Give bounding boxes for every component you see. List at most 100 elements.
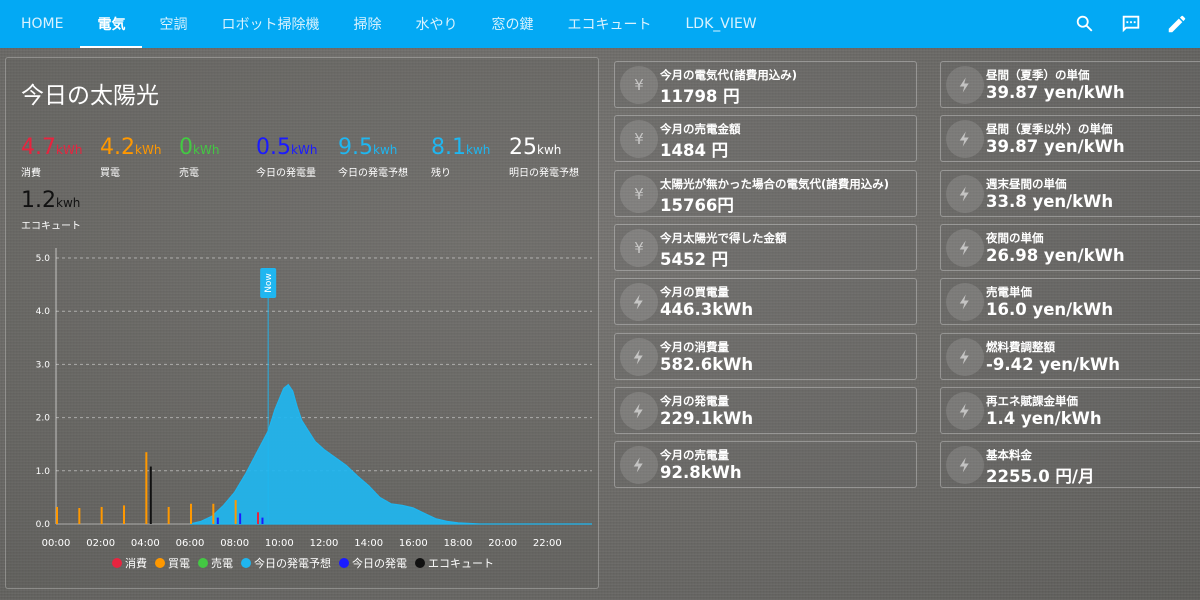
bar-エコキュート	[149, 466, 152, 524]
stat-label: 消費	[21, 168, 41, 179]
legend-dot	[155, 558, 165, 568]
info-card[interactable]: ¥ 今月太陽光で得した金額 5452 円	[614, 223, 917, 271]
search-icon	[1076, 15, 1093, 32]
yen-icon: ¥	[634, 184, 644, 203]
x-tick-label: 18:00	[444, 538, 473, 549]
x-tick-label: 08:00	[220, 538, 249, 549]
top-actions	[1062, 0, 1200, 48]
card-value: 39.87 yen/kWh	[986, 137, 1125, 157]
stat-value: 0	[179, 135, 193, 160]
stat-label: 残り	[431, 168, 451, 179]
info-card[interactable]: 昼間（夏季以外）の単価 39.87 yen/kWh	[940, 115, 1200, 163]
flash-icon	[633, 294, 643, 310]
edit-button[interactable]	[1154, 0, 1200, 48]
legend-item[interactable]: 売電	[198, 555, 233, 571]
legend-label: エコキュート	[428, 557, 494, 570]
info-card[interactable]: 今月の発電量 229.1kWh	[614, 386, 917, 434]
info-card[interactable]: 今月の消費量 582.6kWh	[614, 332, 917, 380]
card-icon-circle	[946, 66, 984, 104]
x-tick-label: 04:00	[131, 538, 160, 549]
legend-item[interactable]: エコキュート	[415, 555, 494, 571]
legend-item[interactable]: 今日の発電	[339, 555, 407, 571]
assist-button[interactable]	[1108, 0, 1154, 48]
card-value: 229.1kWh	[660, 408, 754, 428]
tab-air-conditioning[interactable]: 空調	[142, 0, 204, 48]
info-card[interactable]: ¥ 今月の電気代(諸費用込み) 11798 円	[614, 61, 917, 108]
card-icon-circle: ¥	[620, 228, 658, 267]
stat-remaining: 8.1kwh 残り	[431, 135, 490, 179]
stat-value: 1.2	[21, 188, 56, 213]
card-icon-circle	[620, 446, 658, 485]
stat-label: 明日の発電予想	[509, 168, 579, 179]
info-card[interactable]: 夜間の単価 26.98 yen/kWh	[940, 223, 1200, 271]
yen-icon: ¥	[634, 130, 644, 149]
card-name: 今月の売電金額	[660, 122, 741, 137]
tab-electricity[interactable]: 電気	[80, 0, 143, 48]
info-card[interactable]: 再エネ賦課金単価 1.4 yen/kWh	[940, 386, 1200, 434]
info-card[interactable]: 基本料金 2255.0 円/月	[940, 441, 1200, 489]
tab-cleaning[interactable]: 掃除	[336, 0, 398, 48]
forecast-area	[189, 383, 592, 525]
card-name: 太陽光が無かった場合の電気代(諸費用込み)	[660, 176, 890, 191]
info-card[interactable]: 昼間（夏季）の単価 39.87 yen/kWh	[940, 61, 1200, 108]
y-tick-label: 2.0	[36, 414, 51, 424]
card-value: 15766円	[660, 195, 734, 215]
legend-dot	[112, 558, 122, 568]
stat-value: 8.1	[431, 135, 466, 160]
legend-dot	[198, 558, 208, 568]
stat-value: 0.5	[256, 135, 291, 160]
legend-item[interactable]: 買電	[155, 555, 190, 571]
legend-dot	[339, 558, 349, 568]
x-tick-label: 12:00	[310, 538, 339, 549]
x-tick-label: 00:00	[42, 538, 71, 549]
tab-robot-vacuum[interactable]: ロボット掃除機	[204, 0, 336, 48]
card-name: 今月の発電量	[660, 393, 729, 408]
card-name: 昼間（夏季）の単価	[986, 68, 1090, 82]
bar-今日の発電	[239, 513, 242, 524]
stat-value: 9.5	[338, 135, 373, 160]
stat-label: 売電	[179, 168, 199, 179]
x-tick-label: 10:00	[265, 538, 294, 549]
stat-unit: kwh	[373, 143, 398, 157]
legend-item[interactable]: 消費	[112, 555, 147, 571]
tab-home[interactable]: HOME	[4, 0, 80, 48]
chart-svg: 0.0 1.0 2.0 3.0 4.0 5.0 00:00 02:00 04:00 06:00 08…	[36, 248, 592, 549]
x-tick-label: 14:00	[354, 538, 383, 549]
yen-icon: ¥	[634, 76, 644, 94]
pencil-icon	[1168, 15, 1186, 33]
card-icon-circle	[946, 120, 984, 159]
stat-label: 今日の発電量	[256, 168, 316, 179]
flash-icon	[633, 403, 643, 419]
card-value: 1484 円	[660, 141, 729, 161]
tab-window-lock[interactable]: 窓の鍵	[474, 0, 550, 48]
bar-買電	[212, 503, 215, 524]
card-value: 16.0 yen/kWh	[986, 300, 1114, 320]
stat-label: 今日の発電予想	[338, 168, 408, 179]
flash-icon	[959, 457, 969, 473]
legend-item[interactable]: 今日の発電予想	[241, 555, 331, 571]
solar-chart: 0.0 1.0 2.0 3.0 4.0 5.0 00:00 02:00 04:00 06:00 08…	[6, 238, 600, 590]
info-card[interactable]: ¥ 今月の売電金額 1484 円	[614, 115, 917, 163]
info-card[interactable]: ¥ 太陽光が無かった場合の電気代(諸費用込み) 15766円	[614, 169, 917, 217]
info-card[interactable]: 週末昼間の単価 33.8 yen/kWh	[940, 169, 1200, 217]
flash-icon	[959, 294, 969, 310]
tab-watering[interactable]: 水やり	[398, 0, 474, 48]
tab-ldk-view[interactable]: LDK_VIEW	[668, 0, 773, 48]
stat-unit: kWh	[193, 143, 220, 157]
info-card[interactable]: 売電単価 16.0 yen/kWh	[940, 278, 1200, 326]
stat-unit: kWh	[135, 143, 162, 157]
search-button[interactable]	[1062, 0, 1108, 48]
info-card[interactable]: 今月の売電量 92.8kWh	[614, 441, 917, 489]
info-card[interactable]: 今月の買電量 446.3kWh	[614, 278, 917, 326]
card-value: 582.6kWh	[660, 354, 754, 374]
tab-ecocute[interactable]: エコキュート	[550, 0, 668, 48]
solar-today-card: 今日の太陽光 4.7kWh 消費 4.2kWh 買電 0kWh 売電 0.5kW…	[5, 57, 599, 589]
card-icon-circle	[946, 174, 984, 213]
stat-unit: kWh	[291, 143, 318, 157]
bar-消費	[257, 512, 259, 524]
yen-icon: ¥	[634, 238, 644, 257]
info-card[interactable]: 燃料費調整額 -9.42 yen/kWh	[940, 332, 1200, 380]
stat-value: 4.7	[21, 135, 56, 160]
card-icon-circle	[620, 337, 658, 376]
card-name: 週末昼間の単価	[986, 176, 1067, 191]
